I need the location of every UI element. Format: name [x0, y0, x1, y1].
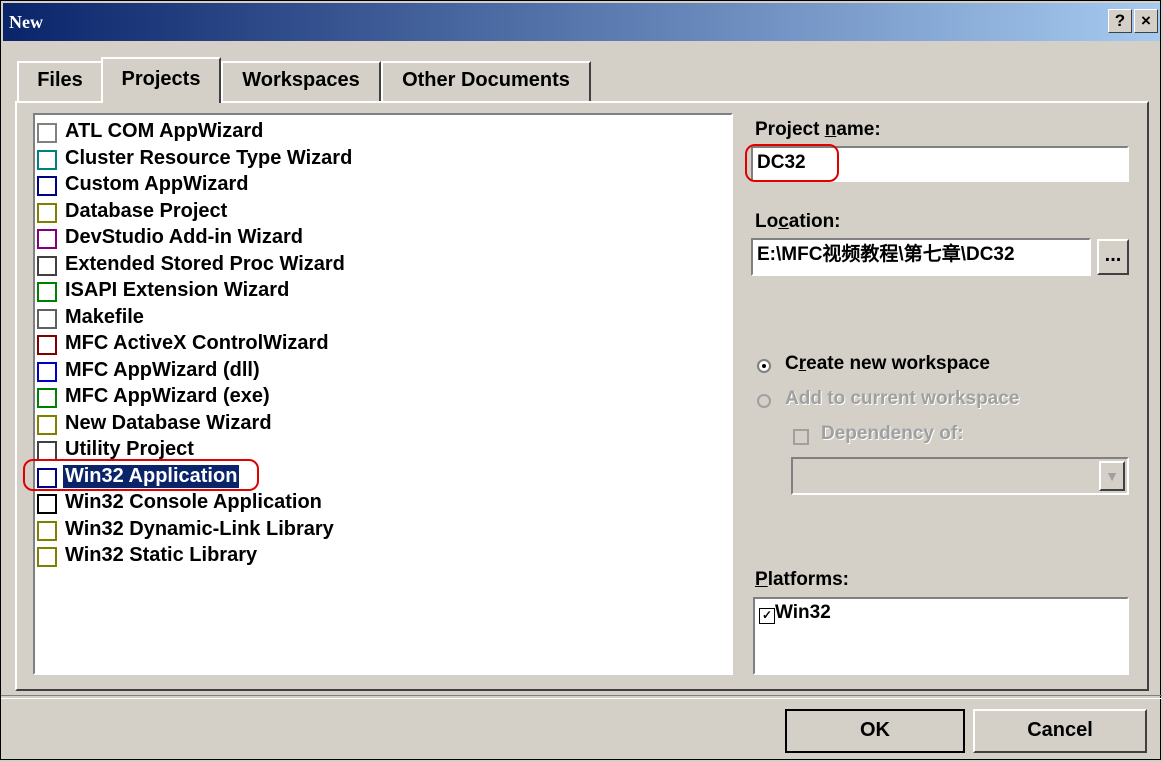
mfc-dll-icon	[37, 361, 57, 382]
project-type-list[interactable]: ATL COM AppWizard Cluster Resource Type W…	[33, 113, 733, 675]
dependency-select[interactable]	[791, 457, 1129, 495]
list-item-label: DevStudio Add-in Wizard	[65, 226, 303, 248]
list-item-label: Win32 Console Application	[65, 491, 322, 513]
list-item-label: Utility Project	[65, 438, 194, 460]
win32-app-icon	[37, 467, 57, 488]
list-item-label: Makefile	[65, 305, 144, 328]
dropdown-arrow-icon[interactable]: ▼	[1099, 461, 1125, 491]
list-item-label: New Database Wizard	[65, 411, 272, 434]
globe-icon	[37, 282, 57, 302]
tab-projects[interactable]: Projects	[101, 57, 221, 103]
window-title: New	[9, 12, 43, 32]
cluster-wizard-icon	[37, 149, 57, 170]
atl-com-icon	[37, 123, 57, 143]
dependency-label[interactable]: Dependency of:	[821, 423, 964, 445]
activex-icon	[37, 335, 57, 355]
platforms-label: Platforms:	[755, 569, 849, 590]
title-bar[interactable]: New ? ×	[3, 3, 1160, 41]
list-item-label: MFC ActiveX ControlWizard	[65, 332, 329, 354]
tools-icon	[37, 441, 57, 461]
platforms-list[interactable]: ✓ Win32	[753, 597, 1129, 675]
separator	[1, 695, 1162, 699]
list-item-label: Custom AppWizard	[65, 173, 249, 195]
browse-button[interactable]: ...	[1097, 239, 1129, 275]
close-button[interactable]: ×	[1134, 9, 1158, 33]
location-input[interactable]: E:\MFC视频教程\第七章\DC32	[751, 238, 1091, 276]
list-item-label: MFC AppWizard (exe)	[65, 385, 270, 407]
list-item-label: Cluster Resource Type Wizard	[65, 146, 353, 169]
project-name-label: Project name:	[755, 119, 881, 140]
create-workspace-label[interactable]: Create new workspace	[785, 353, 990, 375]
addin-icon	[37, 229, 57, 249]
list-item-label: ATL COM AppWizard	[65, 120, 264, 142]
create-workspace-radio[interactable]	[757, 359, 771, 373]
list-item-label: Extended Stored Proc Wizard	[65, 252, 345, 275]
makefile-icon	[37, 308, 57, 329]
checkmark-icon[interactable]: ✓	[759, 608, 775, 624]
list-item-label: Win32 Dynamic-Link Library	[65, 517, 334, 540]
custom-wizard-icon	[37, 176, 57, 196]
add-workspace-radio[interactable]	[757, 394, 771, 408]
magic-wand-icon	[37, 414, 57, 435]
new-dialog: New ? × Files Projects Workspaces Other …	[0, 0, 1162, 760]
lib-icon	[37, 547, 57, 567]
database-icon	[37, 202, 57, 223]
dependency-checkbox[interactable]	[793, 429, 809, 445]
mfc-exe-icon	[37, 388, 57, 408]
tab-files[interactable]: Files	[17, 61, 103, 101]
stored-proc-icon	[37, 255, 57, 276]
project-name-input[interactable]: DC32	[751, 146, 1129, 182]
ok-button[interactable]: OK	[785, 709, 965, 753]
tab-workspaces[interactable]: Workspaces	[221, 61, 381, 101]
location-label: Location:	[755, 211, 841, 232]
list-item-label: Win32 Static Library	[65, 544, 258, 566]
cancel-button[interactable]: Cancel	[973, 709, 1147, 753]
platform-item-win32[interactable]: ✓ Win32	[759, 602, 831, 624]
list-item-label: Database Project	[65, 199, 228, 222]
list-item-label: ISAPI Extension Wizard	[65, 279, 290, 301]
list-item-label: MFC AppWizard (dll)	[65, 358, 260, 381]
help-button[interactable]: ?	[1108, 9, 1132, 33]
tab-other-documents[interactable]: Other Documents	[381, 61, 591, 101]
dll-icon	[37, 520, 57, 541]
add-workspace-label[interactable]: Add to current workspace	[785, 388, 1019, 410]
list-item-label: Win32 Application	[63, 464, 240, 488]
console-icon	[37, 494, 57, 514]
